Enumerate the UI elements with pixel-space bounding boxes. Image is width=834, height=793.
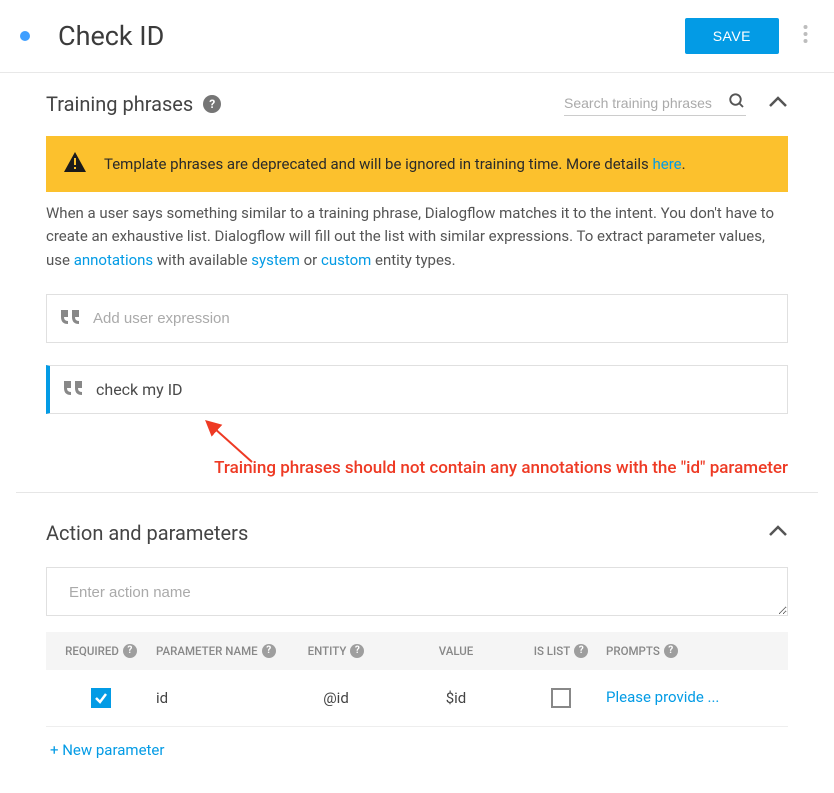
header-is-list: IS LIST? [516,644,606,658]
warning-text: Template phrases are deprecated and will… [104,155,686,173]
annotation-text: Training phrases should not contain any … [214,458,788,478]
is-list-checkbox[interactable] [551,688,571,708]
action-name-box [46,567,788,616]
search-training-wrap [564,91,746,116]
training-description: When a user says something similar to a … [46,202,788,272]
help-icon[interactable]: ? [123,644,137,658]
action-name-input[interactable] [69,584,765,601]
add-phrase-row [46,294,788,343]
param-entity-cell[interactable]: @id [276,689,396,707]
help-icon[interactable]: ? [574,644,588,658]
header-prompts: PROMPTS? [606,644,756,658]
quote-icon [64,380,84,399]
collapse-action-icon[interactable] [768,523,788,542]
new-parameter-button[interactable]: + New parameter [46,727,788,773]
required-checkbox[interactable] [91,688,111,708]
add-phrase-input[interactable] [93,310,773,327]
desc-text-4: entity types. [371,251,455,269]
search-icon[interactable] [728,92,746,114]
annotations-link[interactable]: annotations [74,251,153,269]
system-link[interactable]: system [251,251,300,269]
param-value-cell[interactable]: $id [396,689,516,707]
quote-icon [61,309,81,328]
action-parameters-heading: Action and parameters [46,521,248,545]
parameters-table: REQUIRED? PARAMETER NAME? ENTITY? VALUE … [46,632,788,773]
help-icon[interactable]: ? [262,644,276,658]
collapse-training-icon[interactable] [768,94,788,113]
custom-link[interactable]: custom [321,251,371,269]
training-phrase-text: check my ID [96,380,183,399]
prompt-link[interactable]: Please provide ... [606,688,719,708]
header-entity: ENTITY? [276,644,396,658]
training-phrases-heading: Training phrases [46,92,193,116]
warning-icon [64,152,86,176]
desc-text-3: or [300,251,321,269]
warning-details-link[interactable]: here [653,155,682,173]
status-dot [20,31,30,41]
param-name-cell[interactable]: id [156,689,276,707]
parameters-header-row: REQUIRED? PARAMETER NAME? ENTITY? VALUE … [46,632,788,670]
more-menu-icon[interactable] [797,20,814,53]
training-phrase-row[interactable]: check my ID [46,365,788,414]
help-icon[interactable]: ? [203,95,221,113]
deprecation-warning: Template phrases are deprecated and will… [46,136,788,192]
warning-message: Template phrases are deprecated and will… [104,155,653,173]
search-training-input[interactable] [564,91,724,115]
header-required: REQUIRED? [46,644,156,658]
page-title: Check ID [58,20,685,52]
save-button[interactable]: SAVE [685,18,779,54]
annotation-callout: Training phrases should not contain any … [46,436,788,492]
help-icon[interactable]: ? [350,644,364,658]
header-param-name: PARAMETER NAME? [156,644,276,658]
parameter-row[interactable]: id @id $id Please provide ... [46,670,788,727]
help-icon[interactable]: ? [664,644,678,658]
header-value: VALUE [396,644,516,658]
section-divider [16,492,818,493]
desc-text-2: with available [153,251,251,269]
